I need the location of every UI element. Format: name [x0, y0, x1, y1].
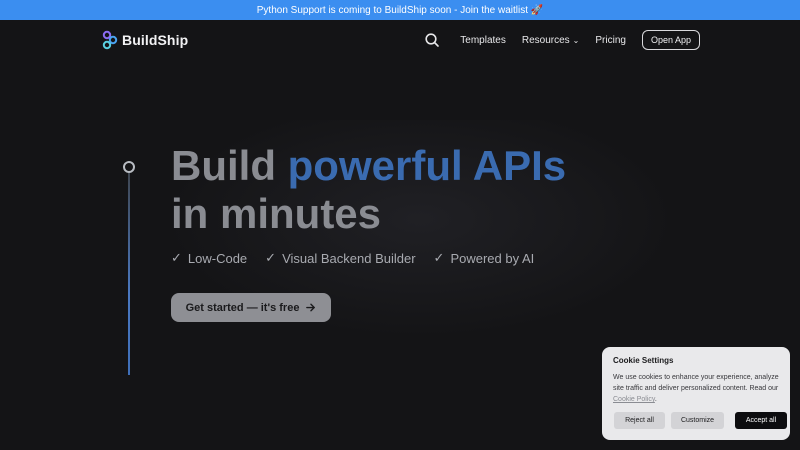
check-icon: ✓: [265, 250, 277, 265]
timeline-dot: [123, 161, 135, 173]
reject-all-button[interactable]: Reject all: [614, 412, 665, 429]
feature-label: Visual Backend Builder: [282, 250, 416, 266]
headline-plain: Build: [171, 142, 276, 189]
headline-line-1: Build powerful APIs: [171, 142, 566, 190]
feature-label: Powered by AI: [450, 250, 535, 266]
cookie-dialog: Cookie Settings We use cookies to enhanc…: [602, 347, 790, 440]
cookie-body: We use cookies to enhance your experienc…: [613, 374, 779, 392]
feature-list: ✓ Low-Code ✓ Visual Backend Builder ✓ Po…: [171, 250, 534, 266]
check-icon: ✓: [433, 250, 445, 265]
timeline-line: [128, 172, 130, 375]
navbar: BuildShip Templates Resources ⌄ Pricing …: [0, 20, 800, 62]
cookie-buttons: Reject all Customize Accept all: [614, 412, 787, 429]
feature-item: ✓ Powered by AI: [434, 250, 535, 266]
arrow-right-icon: [306, 303, 316, 312]
cookie-policy-link[interactable]: Cookie Policy: [613, 396, 655, 403]
cookie-text: We use cookies to enhance your experienc…: [613, 372, 779, 405]
feature-label: Low-Code: [187, 250, 248, 266]
announcement-text[interactable]: Python Support is coming to BuildShip so…: [257, 5, 543, 16]
search-icon[interactable]: [424, 32, 440, 48]
headline-accent: powerful APIs: [287, 142, 567, 189]
nav-pricing[interactable]: Pricing: [595, 35, 626, 46]
check-icon: ✓: [171, 250, 182, 265]
logo[interactable]: BuildShip: [102, 30, 188, 50]
cookie-title: Cookie Settings: [613, 356, 674, 365]
nav-menu: Templates Resources ⌄ Pricing Open App: [424, 30, 700, 50]
logo-text: BuildShip: [122, 32, 189, 48]
nav-resources-label: Resources: [521, 34, 570, 46]
announcement-banner[interactable]: Python Support is coming to BuildShip so…: [0, 0, 800, 20]
get-started-button[interactable]: Get started — it's free: [171, 293, 331, 322]
open-app-button[interactable]: Open App: [641, 30, 700, 50]
feature-item: ✓ Low-Code: [171, 250, 247, 266]
customize-button[interactable]: Customize: [671, 412, 724, 429]
accept-all-button[interactable]: Accept all: [735, 412, 787, 429]
nav-templates[interactable]: Templates: [460, 35, 506, 46]
feature-item: ✓ Visual Backend Builder: [265, 250, 415, 266]
hero-headline: Build powerful APIs in minutes: [171, 142, 566, 238]
cookie-text-end: .: [654, 396, 657, 403]
buildship-logo-icon: [102, 30, 118, 50]
headline-line-2: in minutes: [171, 190, 382, 237]
get-started-label: Get started — it's free: [185, 301, 300, 314]
nav-resources[interactable]: Resources ⌄: [522, 35, 580, 46]
chevron-down-icon: ⌄: [572, 35, 580, 45]
